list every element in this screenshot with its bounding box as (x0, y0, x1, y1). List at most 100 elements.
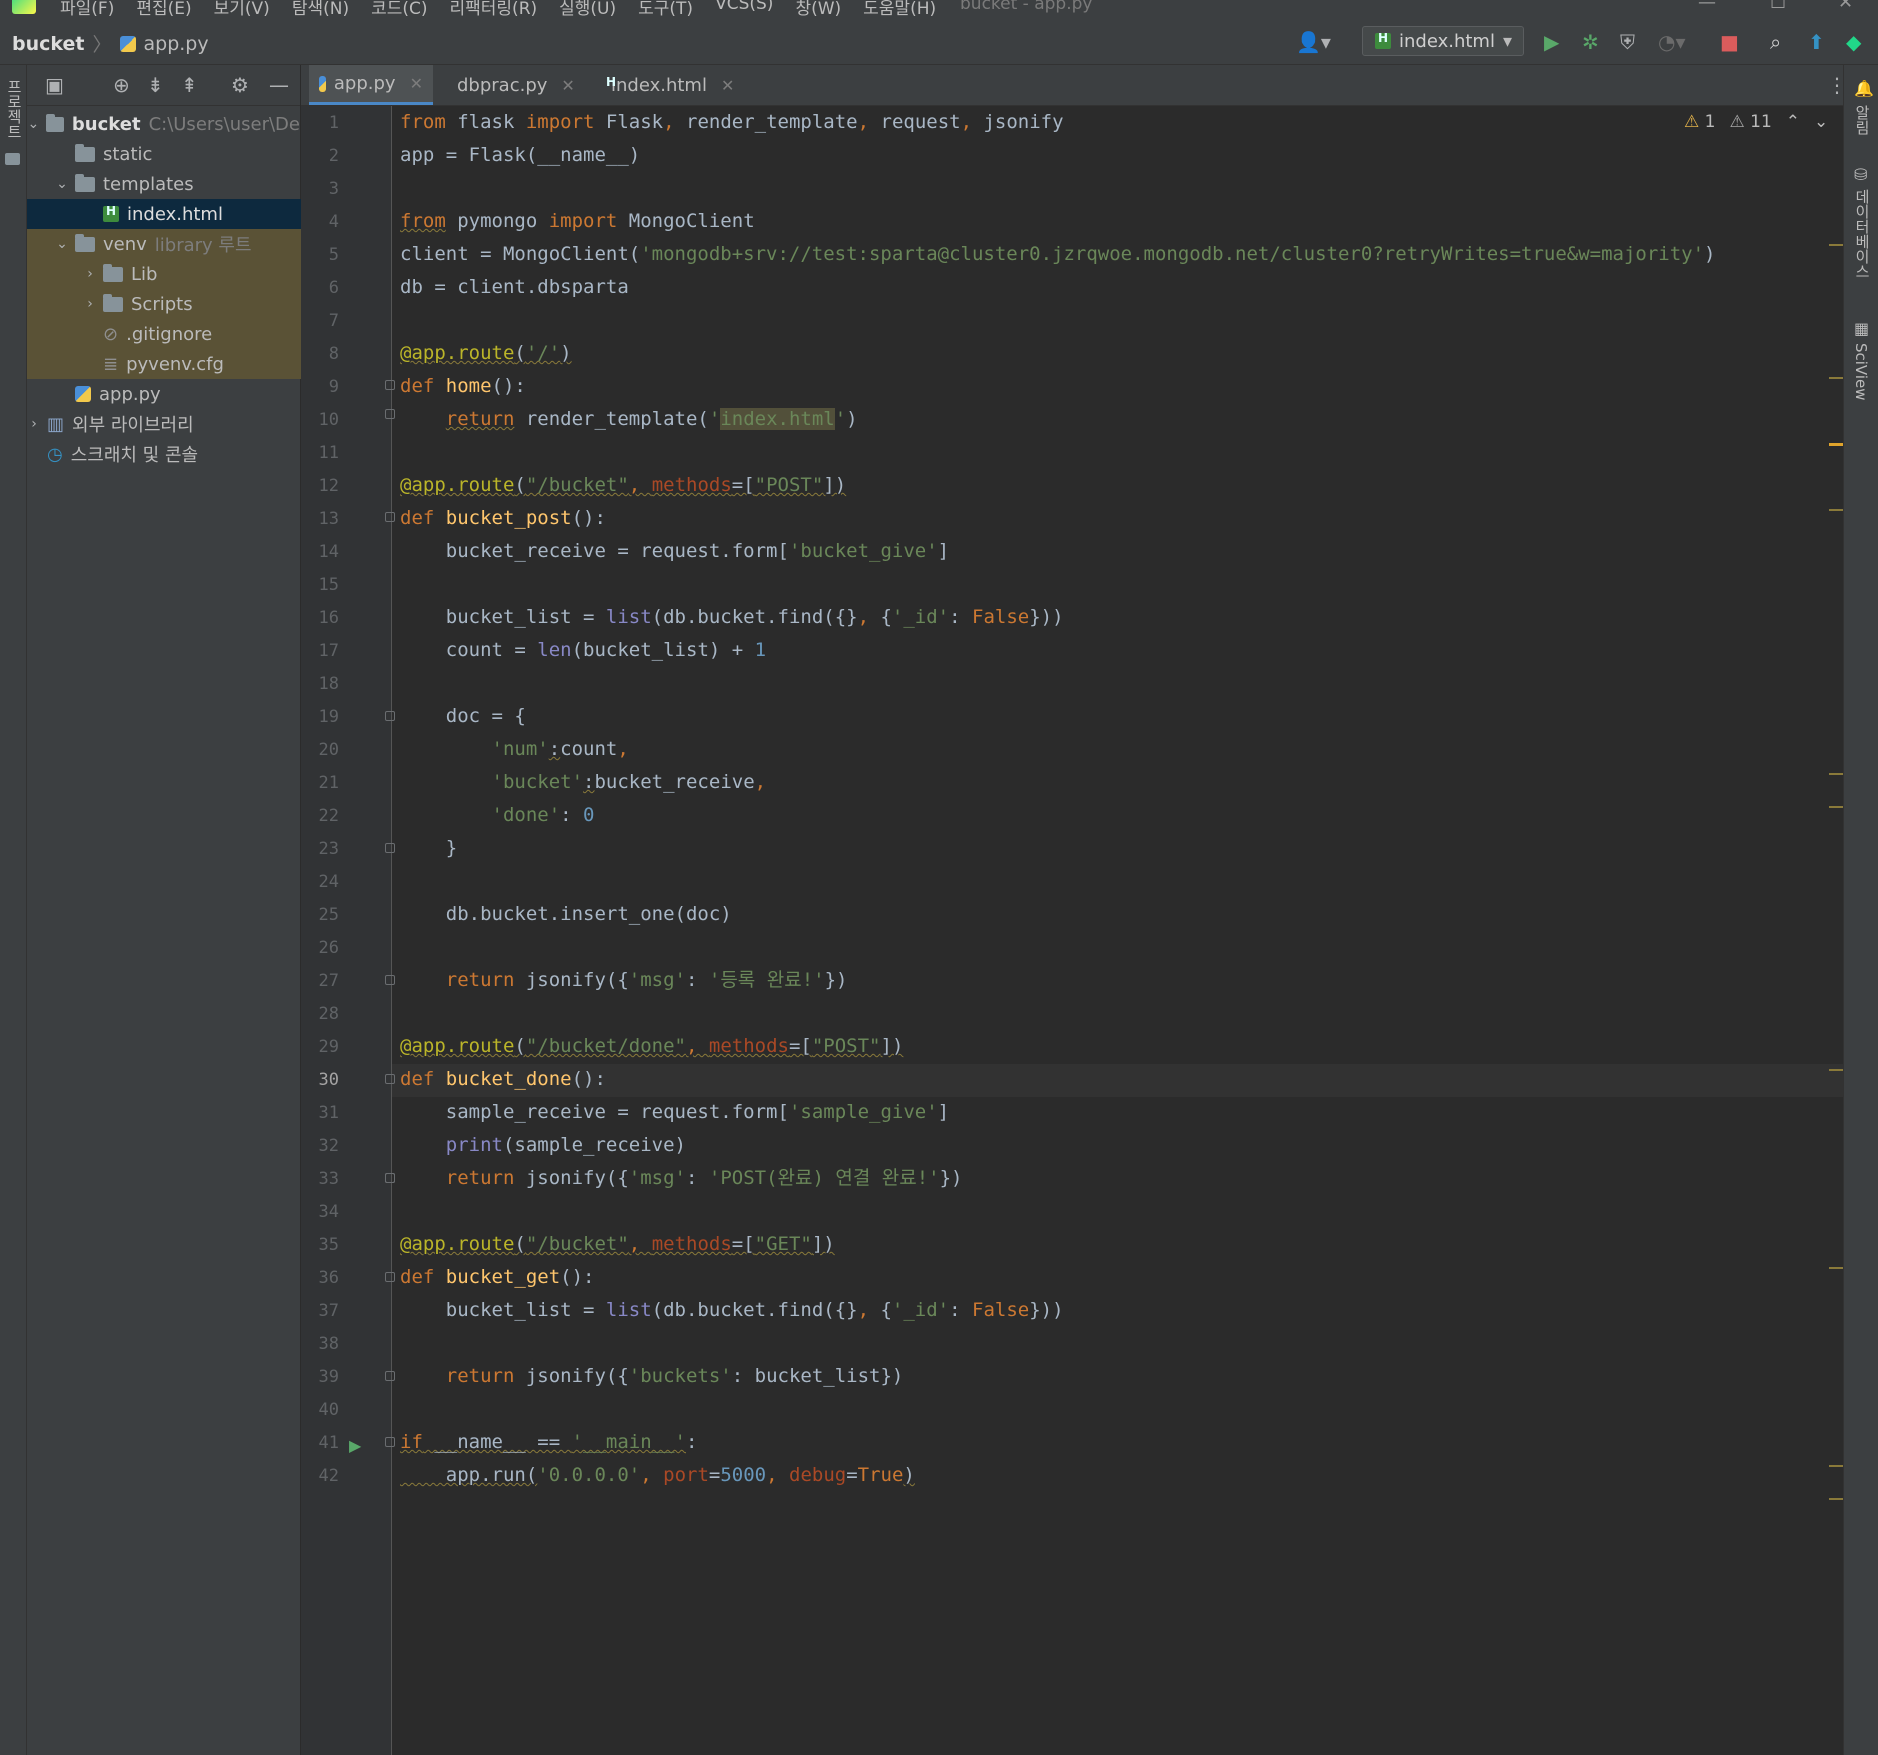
sciview-icon[interactable]: ▦ (1854, 319, 1869, 338)
menu-refactor[interactable]: 리팩터링(R) (450, 0, 538, 18)
line-number[interactable]: 1 (301, 113, 339, 133)
line-number[interactable]: 6 (301, 278, 339, 298)
chevron-up-icon[interactable]: ⌃ (1786, 112, 1800, 132)
code-editor[interactable]: from flask import Flask, render_template… (392, 106, 1842, 1755)
line-number[interactable]: 17 (301, 641, 339, 661)
bell-icon[interactable]: 🔔 (1854, 79, 1874, 98)
project-tool-window-label[interactable]: 프로젝트 (4, 79, 25, 139)
line-number[interactable]: 18 (301, 674, 339, 694)
line-number[interactable]: 5 (301, 245, 339, 265)
line-number[interactable]: 30 (301, 1070, 339, 1090)
collapse-all-icon[interactable]: ⇞ (181, 73, 198, 97)
menu-edit[interactable]: 편집(E) (136, 0, 191, 18)
error-stripe-mark[interactable] (1829, 377, 1843, 379)
error-stripe-mark[interactable] (1829, 244, 1843, 246)
tree-item-templates[interactable]: ⌄ templates (27, 169, 328, 199)
line-number[interactable]: 23 (301, 839, 339, 859)
line-number[interactable]: 27 (301, 971, 339, 991)
error-stripe-mark[interactable] (1829, 443, 1843, 446)
line-number[interactable]: 14 (301, 542, 339, 562)
line-number[interactable]: 32 (301, 1136, 339, 1156)
tree-item-scratches[interactable]: ◷ 스크래치 및 콘솔 (27, 439, 320, 469)
line-number[interactable]: 12 (301, 476, 339, 496)
chevron-down-icon[interactable]: ⌄ (27, 116, 40, 132)
arrow-up-icon[interactable]: ⬆ (1808, 30, 1825, 54)
line-number[interactable]: 22 (301, 806, 339, 826)
menu-view[interactable]: 보기(V) (214, 0, 270, 18)
line-number[interactable]: 24 (301, 872, 339, 892)
menu-run[interactable]: 실행(U) (559, 0, 616, 18)
line-number[interactable]: 25 (301, 905, 339, 925)
tab-dbprac-py[interactable]: dbprac.py ✕ (439, 65, 577, 105)
menu-window[interactable]: 창(W) (795, 0, 841, 18)
breadcrumb-file[interactable]: app.py (144, 33, 209, 55)
chevron-down-icon[interactable]: ⌄ (55, 176, 69, 192)
line-number[interactable]: 21 (301, 773, 339, 793)
chevron-right-icon[interactable]: › (83, 266, 97, 282)
line-number[interactable]: 7 (301, 311, 339, 331)
line-number[interactable]: 26 (301, 938, 339, 958)
close-icon[interactable]: ✕ (721, 76, 734, 95)
stop-icon[interactable]: ■ (1720, 30, 1739, 54)
user-icon[interactable]: 👤▾ (1296, 30, 1331, 54)
chevron-down-icon[interactable]: ⌄ (1814, 112, 1828, 132)
line-number[interactable]: 20 (301, 740, 339, 760)
close-icon[interactable]: ✕ (561, 76, 574, 95)
menu-vcs[interactable]: VCS(S) (715, 0, 773, 18)
line-number[interactable]: 37 (301, 1301, 339, 1321)
line-number[interactable]: 3 (301, 179, 339, 199)
error-stripe-mark[interactable] (1829, 509, 1843, 511)
line-number[interactable]: 40 (301, 1400, 339, 1420)
gear-icon[interactable]: ⚙ (231, 73, 249, 97)
line-number[interactable]: 42 (301, 1466, 339, 1486)
line-number[interactable]: 8 (301, 344, 339, 364)
profile-icon[interactable]: ◔▾ (1658, 30, 1686, 54)
run-gutter-icon[interactable]: ▶ (349, 1436, 361, 1455)
menu-navigate[interactable]: 탐색(N) (292, 0, 349, 18)
play-icon[interactable]: ▶ (1544, 30, 1559, 54)
search-icon[interactable]: ⌕ (1770, 30, 1781, 54)
tab-index-html[interactable]: index.html ✕ (593, 65, 739, 105)
inspection-widget[interactable]: ⚠ 1 ⚠ 11 ⌃ ⌄ (1684, 112, 1828, 132)
line-number[interactable]: 34 (301, 1202, 339, 1222)
tree-item-external-libraries[interactable]: › ▥ 외부 라이브러리 (27, 409, 300, 439)
menu-code[interactable]: 코드(C) (371, 0, 427, 18)
error-stripe-mark[interactable] (1829, 1465, 1843, 1467)
menu-file[interactable]: 파일(F) (60, 0, 114, 18)
chevron-right-icon[interactable]: › (83, 296, 97, 312)
line-number[interactable]: 31 (301, 1103, 339, 1123)
line-number[interactable]: 29 (301, 1037, 339, 1057)
bug-icon[interactable]: ✲ (1582, 30, 1599, 54)
locate-file-icon[interactable]: ⊕ (113, 73, 130, 97)
sciview-tool-label[interactable]: SciView (1852, 343, 1870, 401)
line-number[interactable]: 9 (301, 377, 339, 397)
expand-all-icon[interactable]: ⇟ (147, 73, 164, 97)
line-number[interactable]: 15 (301, 575, 339, 595)
run-configuration-select[interactable]: index.html ▾ (1362, 26, 1524, 56)
line-number[interactable]: 41 (301, 1433, 339, 1453)
error-stripe-mark[interactable] (1829, 1069, 1843, 1071)
view-mode-icon[interactable]: ▣ (45, 73, 64, 97)
minimize-icon[interactable]: — (1698, 0, 1716, 13)
tree-item-static[interactable]: static (27, 139, 328, 169)
tree-item-app-py[interactable]: app.py (27, 379, 348, 409)
notifications-tool-label[interactable]: 알림 (1852, 105, 1873, 135)
line-number[interactable]: 36 (301, 1268, 339, 1288)
maximize-icon[interactable]: ☐ (1770, 0, 1786, 13)
database-tool-label[interactable]: 데이터베이스 (1852, 189, 1873, 279)
menu-tools[interactable]: 도구(T) (638, 0, 693, 18)
database-icon[interactable]: ⛁ (1854, 165, 1867, 184)
line-number[interactable]: 33 (301, 1169, 339, 1189)
close-window-icon[interactable]: ✕ (1838, 0, 1853, 13)
tree-item-root[interactable]: ⌄ bucket C:\Users\user\De (27, 109, 300, 139)
tab-app-py[interactable]: app.py ✕ (309, 65, 433, 105)
line-number[interactable]: 38 (301, 1334, 339, 1354)
line-number[interactable]: 39 (301, 1367, 339, 1387)
chevron-right-icon[interactable]: › (27, 416, 41, 432)
error-stripe-mark[interactable] (1829, 773, 1843, 775)
shield-run-icon[interactable]: ⛨ (1620, 30, 1635, 54)
line-number[interactable]: 28 (301, 1004, 339, 1024)
menu-help[interactable]: 도움말(H) (863, 0, 936, 18)
error-stripe-mark[interactable] (1829, 1498, 1843, 1500)
line-number[interactable]: 10 (301, 410, 339, 430)
